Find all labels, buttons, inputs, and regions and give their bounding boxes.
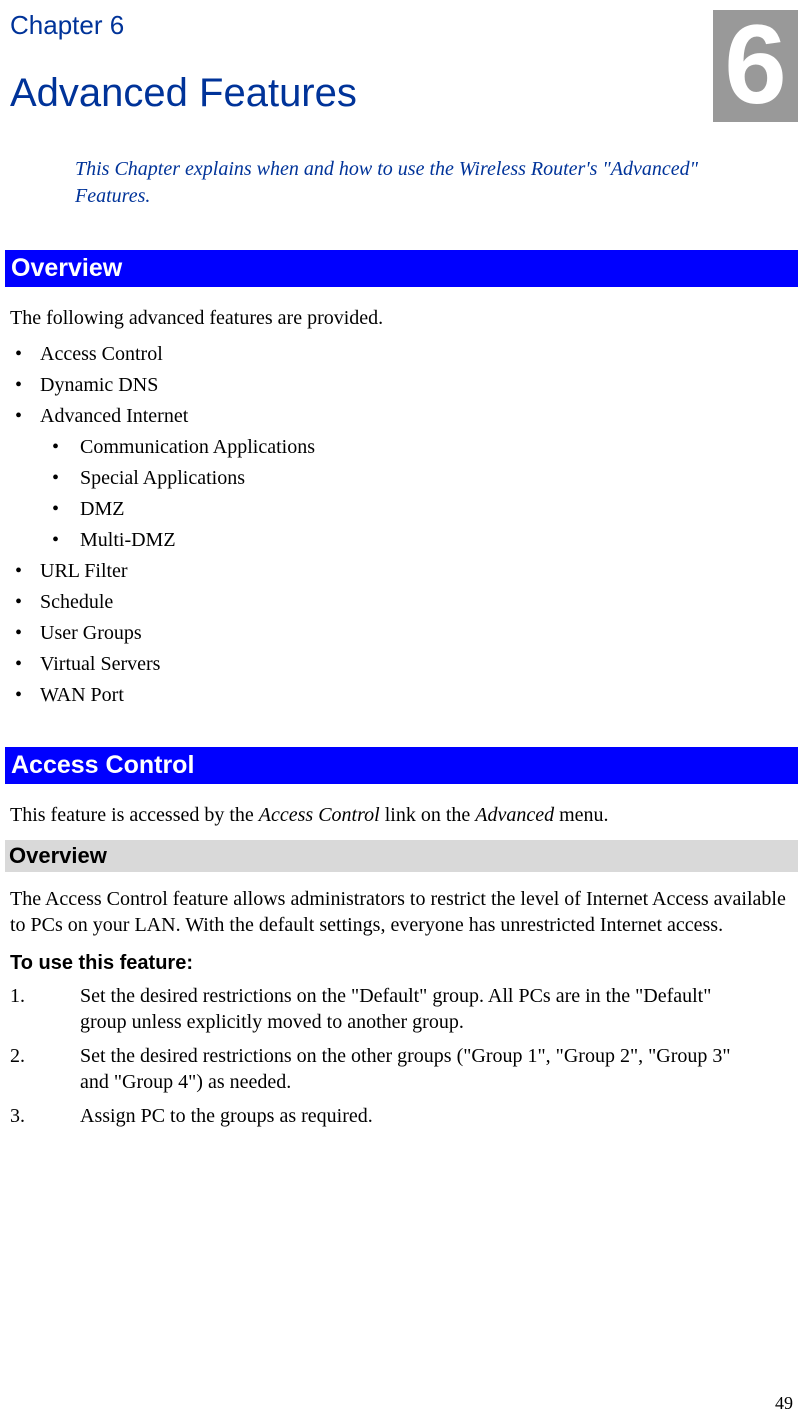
text-italic: Access Control <box>259 804 380 826</box>
text-segment: This feature is accessed by the <box>10 804 259 826</box>
list-item: WAN Port <box>10 684 798 707</box>
list-item: Access Control <box>10 343 798 366</box>
steps-list: Set the desired restrictions on the "Def… <box>10 983 798 1129</box>
list-item: Multi-DMZ <box>40 529 798 552</box>
list-item: Advanced Internet Communication Applicat… <box>10 405 798 552</box>
section-heading-access-control: Access Control <box>5 747 798 784</box>
list-item: Virtual Servers <box>10 653 798 676</box>
list-item: Communication Applications <box>40 436 798 459</box>
list-item: Special Applications <box>40 467 798 490</box>
subsection-heading-overview: Overview <box>5 840 798 872</box>
to-use-heading: To use this feature: <box>10 952 793 975</box>
text-segment: menu. <box>554 804 608 826</box>
list-item: DMZ <box>40 498 798 521</box>
access-control-lead: This feature is accessed by the Access C… <box>10 802 793 828</box>
chapter-label: Chapter 6 <box>10 10 798 41</box>
overview-feature-list: Access Control Dynamic DNS Advanced Inte… <box>10 343 798 707</box>
overview-lead-text: The following advanced features are prov… <box>10 305 793 331</box>
text-italic: Advanced <box>475 804 554 826</box>
chapter-number-badge: 6 <box>713 10 798 122</box>
page-number: 49 <box>775 1393 793 1414</box>
text-segment: link on the <box>380 804 476 826</box>
list-item: Set the desired restrictions on the "Def… <box>10 983 748 1035</box>
list-item: Schedule <box>10 591 798 614</box>
chapter-title: Advanced Features <box>10 71 798 116</box>
list-item-text: Advanced Internet <box>40 405 188 427</box>
list-item: Set the desired restrictions on the othe… <box>10 1043 748 1095</box>
list-item: User Groups <box>10 622 798 645</box>
access-control-overview-text: The Access Control feature allows admini… <box>10 886 793 938</box>
step-text: Set the desired restrictions on the othe… <box>50 1043 748 1095</box>
step-text: Assign PC to the groups as required. <box>50 1103 748 1129</box>
list-item: Dynamic DNS <box>10 374 798 397</box>
step-text: Set the desired restrictions on the "Def… <box>50 983 748 1035</box>
nested-list: Communication Applications Special Appli… <box>40 436 798 552</box>
list-item: Assign PC to the groups as required. <box>10 1103 748 1129</box>
list-item: URL Filter <box>10 560 798 583</box>
section-heading-overview: Overview <box>5 250 798 287</box>
chapter-intro: This Chapter explains when and how to us… <box>75 156 728 210</box>
